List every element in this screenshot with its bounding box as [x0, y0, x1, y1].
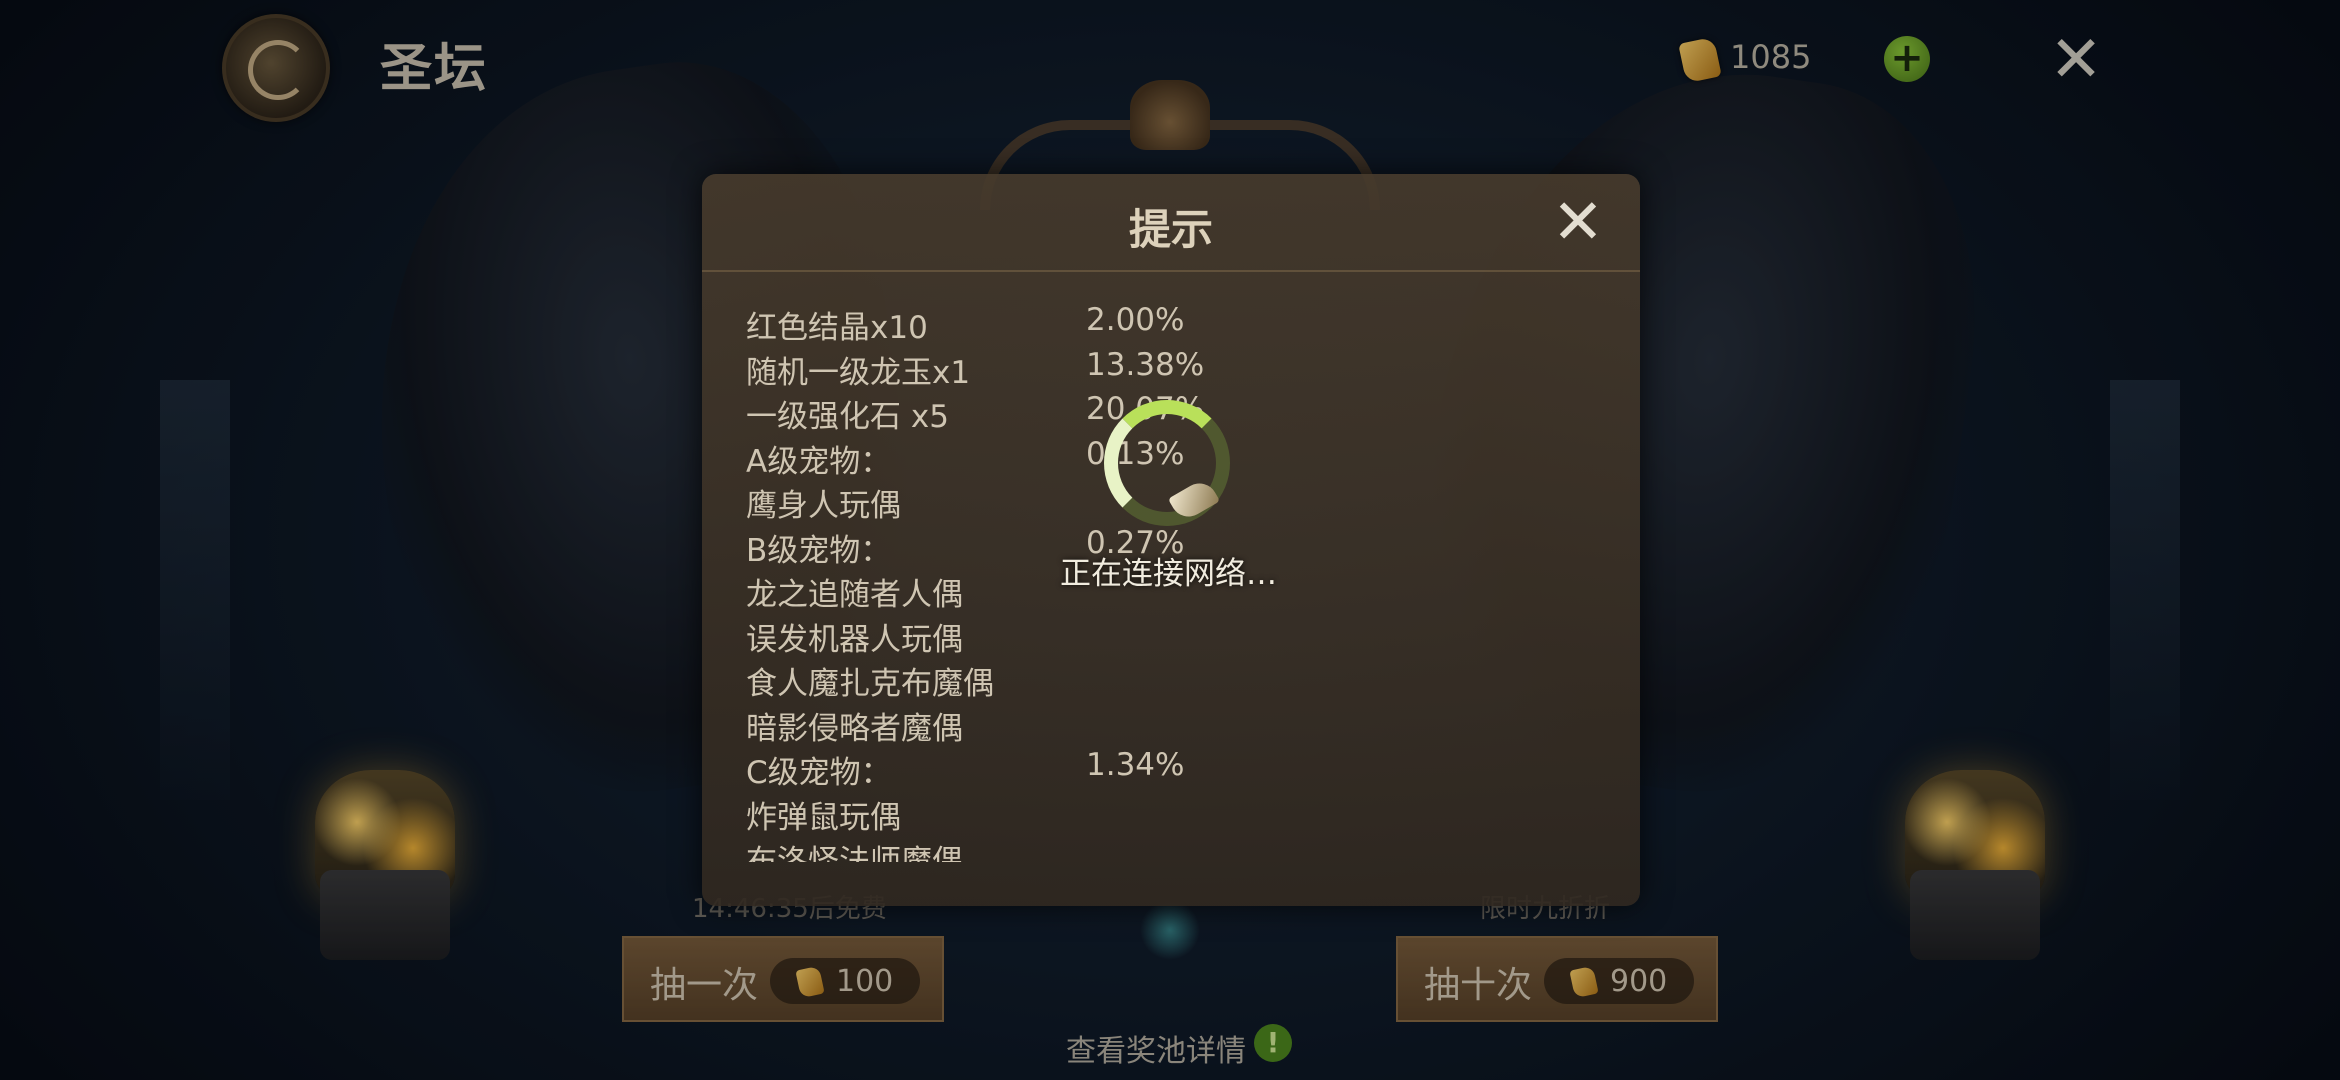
list-item: 暗影侵略者魔偶 — [746, 703, 1586, 748]
list-item: 误发机器人玩偶 — [746, 614, 1586, 659]
game-screen: 圣坛 1085 + ✕ 14:46:35后免费 限时九折折 抽一次 100 抽十… — [0, 0, 2340, 1080]
item-name: 鹰身人玩偶 — [746, 488, 901, 524]
list-item: 红色结晶x10 2.00% — [746, 302, 1586, 347]
item-name: 红色结晶x10 — [746, 310, 928, 346]
item-probability: 1.34% — [1086, 747, 1185, 783]
loading-status-text: 正在连接网络… — [1060, 556, 1277, 592]
list-item: C级宠物： 1.34% — [746, 747, 1586, 792]
item-name: B级宠物： — [746, 532, 892, 569]
item-name: 炸弹鼠玩偶 — [746, 799, 901, 836]
item-name: 布洛怪法师魔偶 — [746, 844, 963, 862]
item-name: C级宠物： — [746, 755, 892, 791]
item-name: 食人魔扎克布魔偶 — [746, 666, 994, 702]
item-name: 误发机器人玩偶 — [746, 621, 963, 658]
item-probability: 13.38% — [1086, 346, 1205, 383]
item-probability: 2.00% — [1086, 302, 1185, 338]
item-name: 随机一级龙玉x1 — [746, 354, 971, 391]
list-item: 布洛怪法师魔偶 — [746, 836, 1586, 862]
list-item: 食人魔扎克布魔偶 — [746, 658, 1586, 703]
dialog-header: 提示 ✕ — [702, 174, 1640, 272]
close-icon: ✕ — [1552, 185, 1604, 258]
list-item: 炸弹鼠玩偶 — [746, 792, 1586, 837]
dialog-close-button[interactable]: ✕ — [1548, 191, 1608, 253]
item-name: 暗影侵略者魔偶 — [746, 710, 963, 747]
list-item: 随机一级龙玉x1 13.38% — [746, 347, 1586, 392]
loading-spinner-icon — [1104, 400, 1230, 526]
dialog-title: 提示 — [1128, 205, 1213, 254]
item-name: A级宠物： — [746, 443, 892, 480]
item-name: 龙之追随者人偶 — [746, 577, 963, 613]
item-name: 一级强化石 x5 — [746, 399, 949, 435]
